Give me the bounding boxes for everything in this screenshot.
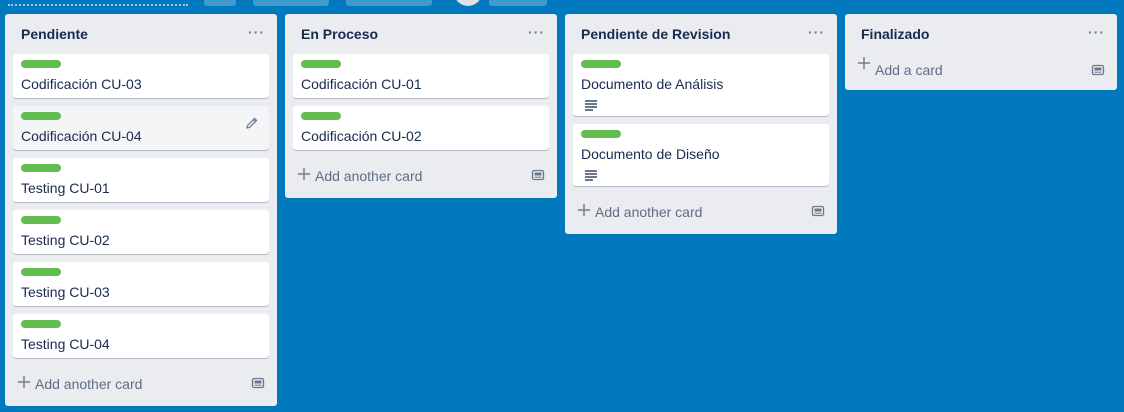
card-list: Documento de Análisis Documento de Diseñ… (565, 54, 837, 186)
list-pendiente: Pendiente ··· Codificación CU-03 Codific… (5, 14, 277, 406)
card-title: Testing CU-02 (21, 232, 110, 248)
card[interactable]: Documento de Análisis (573, 54, 829, 116)
card[interactable]: Testing CU-01 (13, 158, 269, 202)
description-icon (585, 168, 597, 182)
card-label-green (21, 268, 61, 276)
card-template-icon[interactable] (251, 376, 265, 390)
list-title[interactable]: Finalizado (861, 26, 929, 42)
list-menu-button[interactable]: ··· (808, 25, 825, 39)
list-menu-button[interactable]: ··· (1088, 25, 1105, 39)
card-label-green (581, 60, 621, 68)
card-label-green (21, 164, 61, 172)
visibility-button[interactable] (346, 0, 432, 6)
card-label-green (21, 112, 61, 120)
list-header: Pendiente de Revision ··· (565, 14, 837, 54)
add-card-label: Add another card (315, 168, 423, 184)
card-title: Testing CU-03 (21, 284, 110, 300)
list-title[interactable]: Pendiente (21, 26, 88, 42)
add-card-label: Add a card (875, 62, 943, 78)
card-template-icon[interactable] (531, 168, 545, 182)
card[interactable]: Testing CU-04 (13, 314, 269, 358)
add-card-button[interactable]: Add a card (853, 52, 1109, 88)
card-list: Codificación CU-03 Codificación CU-04 Te… (5, 54, 277, 358)
card-title: Testing CU-04 (21, 336, 110, 352)
card-label-green (21, 60, 61, 68)
list-header: En Proceso ··· (285, 14, 557, 54)
list-en-proceso: En Proceso ··· Codificación CU-01 Codifi… (285, 14, 557, 198)
add-card-label: Add another card (595, 204, 703, 220)
card-title: Documento de Diseño (581, 146, 720, 162)
list-menu-button[interactable]: ··· (528, 25, 545, 39)
card[interactable]: Testing CU-03 (13, 262, 269, 306)
card[interactable]: Testing CU-02 (13, 210, 269, 254)
list-header: Finalizado ··· (845, 14, 1117, 52)
add-card-button[interactable]: Add another card (293, 158, 549, 194)
plus-icon (18, 376, 30, 388)
card-template-icon[interactable] (1091, 63, 1105, 77)
card-label-green (301, 60, 341, 68)
invite-button[interactable] (489, 0, 547, 6)
card-title: Codificación CU-03 (21, 76, 142, 92)
avatar[interactable] (454, 0, 482, 6)
card-title: Codificación CU-04 (21, 128, 142, 144)
board: Pendiente ··· Codificación CU-03 Codific… (0, 0, 1124, 412)
list-finalizado: Finalizado ··· Add a card (845, 14, 1117, 90)
card-title: Testing CU-01 (21, 180, 110, 196)
star-button[interactable] (204, 0, 236, 6)
list-header: Pendiente ··· (5, 14, 277, 54)
add-card-button[interactable]: Add another card (573, 194, 829, 230)
card-list: Codificación CU-01 Codificación CU-02 (285, 54, 557, 150)
board-title[interactable] (8, 0, 188, 6)
card-label-green (301, 112, 341, 120)
list-menu-button[interactable]: ··· (248, 25, 265, 39)
card[interactable]: Codificación CU-02 (293, 106, 549, 150)
plus-icon (578, 204, 590, 216)
list-title[interactable]: En Proceso (301, 26, 378, 42)
card[interactable]: Codificación CU-01 (293, 54, 549, 98)
list-title[interactable]: Pendiente de Revision (581, 26, 730, 42)
card[interactable]: Documento de Diseño (573, 124, 829, 186)
card-title: Codificación CU-02 (301, 128, 422, 144)
card-title: Documento de Análisis (581, 76, 724, 92)
list-pendiente-de-revision: Pendiente de Revision ··· Documento de A… (565, 14, 837, 234)
card[interactable]: Codificación CU-04 (13, 106, 269, 150)
card[interactable]: Codificación CU-03 (13, 54, 269, 98)
description-icon (585, 98, 597, 112)
card-template-icon[interactable] (811, 204, 825, 218)
board-header (0, 0, 1124, 6)
card-label-green (21, 216, 61, 224)
plus-icon (858, 57, 870, 69)
plus-icon (298, 168, 310, 180)
add-card-label: Add another card (35, 376, 143, 392)
card-label-green (581, 130, 621, 138)
pencil-icon[interactable] (245, 116, 259, 130)
card-title: Codificación CU-01 (301, 76, 422, 92)
add-card-button[interactable]: Add another card (13, 366, 269, 402)
card-label-green (21, 320, 61, 328)
team-button[interactable] (253, 0, 329, 6)
